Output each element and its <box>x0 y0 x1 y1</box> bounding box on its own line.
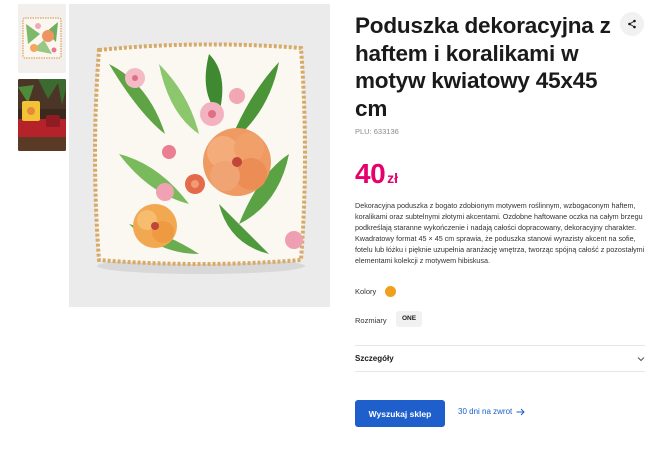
product-plu: PLU: 633136 <box>355 127 399 136</box>
thumbnail-pillow[interactable] <box>18 4 66 73</box>
product-title: Poduszka dekoracyjna z haftem i koralika… <box>355 13 611 121</box>
share-button[interactable] <box>620 12 644 36</box>
returns-link[interactable]: 30 dni na zwrot <box>458 407 525 416</box>
returns-link-label: 30 dni na zwrot <box>458 407 513 416</box>
price-currency: zł <box>387 170 399 186</box>
pillow-image <box>69 4 330 307</box>
divider <box>355 371 645 372</box>
product-price: 40 zł <box>355 158 398 190</box>
find-store-button[interactable]: Wyszukaj sklep <box>355 400 445 427</box>
color-swatch-orange[interactable] <box>385 286 396 297</box>
chevron-down-icon <box>637 356 645 361</box>
size-option-one[interactable]: ONE <box>396 311 423 327</box>
details-label: Szczegóły <box>355 354 394 363</box>
product-description: Dekoracyjna poduszka z bogato zdobionym … <box>355 201 645 266</box>
interior-thumbnail-image <box>18 79 66 151</box>
details-accordion[interactable]: Szczegóły <box>355 346 645 371</box>
arrow-right-icon <box>516 408 525 415</box>
thumbnail-interior[interactable] <box>18 79 66 151</box>
sizes-label: Rozmiary <box>355 316 387 325</box>
pillow-thumbnail-image <box>18 4 66 73</box>
price-amount: 40 <box>355 158 386 189</box>
share-icon <box>628 19 636 29</box>
product-main-image[interactable] <box>69 4 330 307</box>
colors-label: Kolory <box>355 287 377 296</box>
